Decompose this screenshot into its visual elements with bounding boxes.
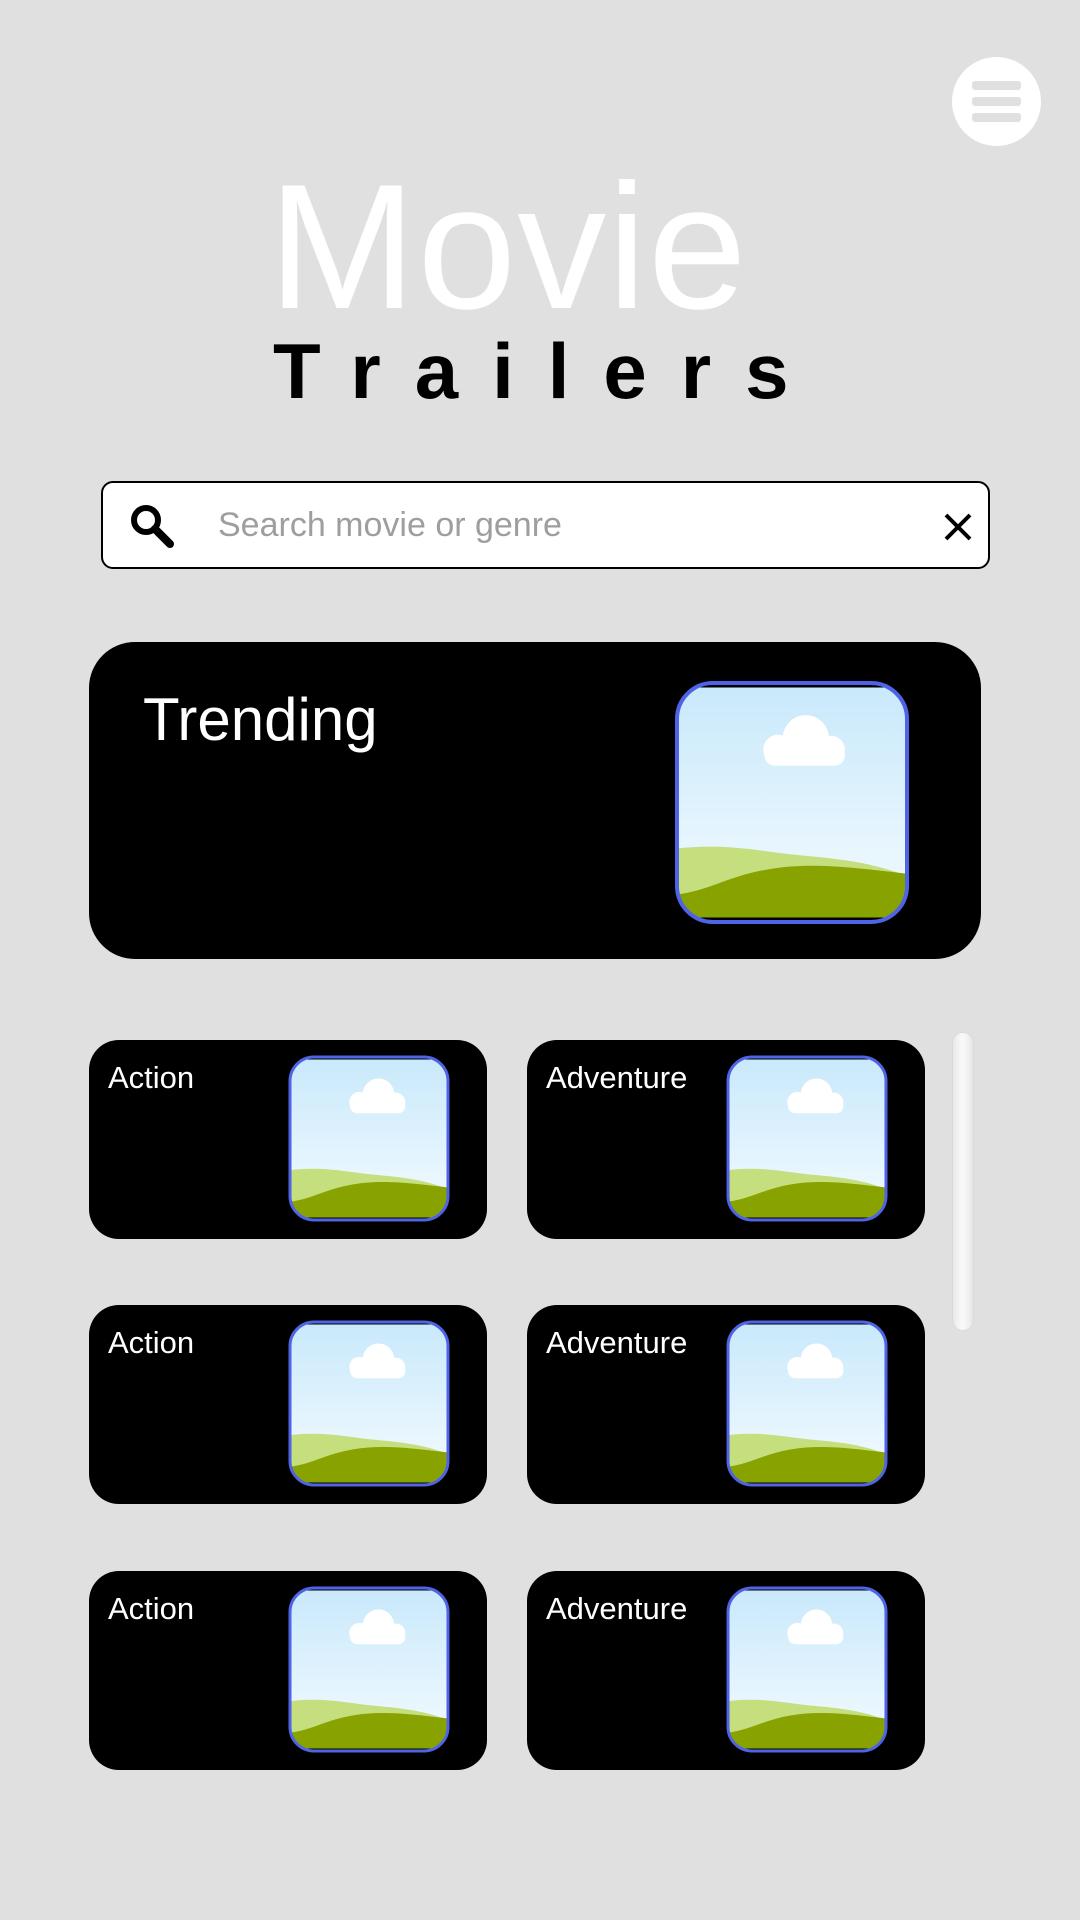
app-subtitle: Trailers [273,327,823,415]
image-placeholder-icon [288,1320,450,1487]
genre-label: Action [108,1060,195,1095]
trending-label: Trending [143,686,378,753]
genre-label: Adventure [546,1325,688,1360]
clear-search-button[interactable] [936,505,980,549]
genre-card-adventure[interactable]: Adventure [527,1040,925,1239]
genre-label: Adventure [546,1060,688,1095]
search-icon[interactable] [128,502,176,550]
close-icon [944,513,972,541]
image-placeholder-icon [288,1586,450,1753]
image-placeholder-icon [675,681,909,924]
image-placeholder-icon [726,1055,888,1222]
genre-card-action[interactable]: Action [89,1571,487,1770]
trending-card[interactable]: Trending [89,642,981,959]
menu-button[interactable] [952,57,1041,146]
genre-label: Adventure [546,1591,688,1626]
genre-label: Action [108,1325,195,1360]
search-input[interactable] [218,493,878,557]
genre-card-action[interactable]: Action [89,1040,487,1239]
genre-label: Action [108,1591,195,1626]
image-placeholder-icon [726,1586,888,1753]
genre-card-adventure[interactable]: Adventure [527,1571,925,1770]
genre-list-scrollbar[interactable] [952,1032,974,1331]
hamburger-menu-icon [972,81,1021,122]
search-bar [101,481,990,569]
app-title: Movie [268,147,748,346]
genre-card-adventure[interactable]: Adventure [527,1305,925,1504]
genre-card-action[interactable]: Action [89,1305,487,1504]
image-placeholder-icon [726,1320,888,1487]
image-placeholder-icon [288,1055,450,1222]
